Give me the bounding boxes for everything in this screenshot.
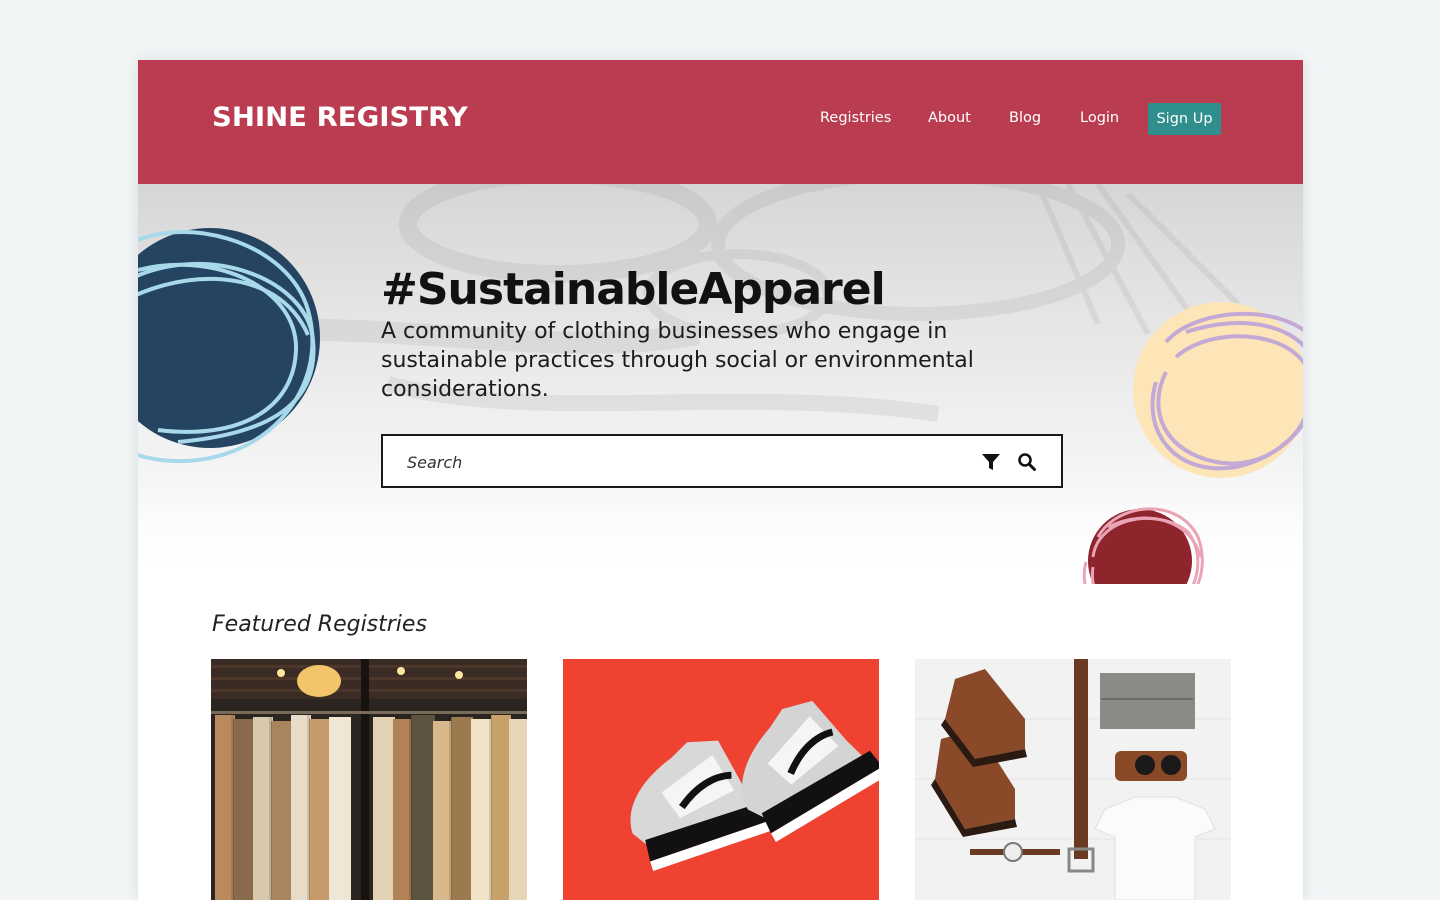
flatlay-boots-outfit-photo [915, 659, 1231, 900]
featured-registries-heading: Featured Registries [212, 612, 427, 637]
nav-link-registries[interactable]: Registries [820, 110, 891, 126]
clothing-rack-photo [211, 659, 527, 900]
red-scribble-circle [1082, 507, 1204, 584]
search-icon[interactable] [1017, 452, 1037, 472]
navy-scribble-circle [138, 228, 320, 464]
filter-icon[interactable] [981, 452, 1001, 472]
hero-section: #SustainableApparel A community of cloth… [138, 184, 1303, 584]
hero-title: #SustainableApparel [381, 264, 886, 315]
nav-link-login[interactable]: Login [1080, 110, 1119, 126]
sneakers-on-red-photo [563, 659, 879, 900]
hero-subtitle: A community of clothing businesses who e… [381, 319, 974, 402]
cream-scribble-circle [1133, 302, 1303, 478]
nav-link-about[interactable]: About [928, 110, 971, 126]
registry-card[interactable] [915, 659, 1231, 900]
site-logo[interactable]: SHINE REGISTRY [212, 102, 468, 133]
sign-up-button[interactable]: Sign Up [1148, 103, 1221, 135]
registry-card[interactable] [211, 659, 527, 900]
search-bar [381, 434, 1063, 488]
nav-link-blog[interactable]: Blog [1009, 110, 1041, 126]
site-header: SHINE REGISTRY Registries About Blog Log… [138, 60, 1303, 184]
registry-card[interactable] [563, 659, 879, 900]
browser-page: SHINE REGISTRY Registries About Blog Log… [138, 60, 1303, 900]
search-input[interactable] [407, 448, 967, 476]
